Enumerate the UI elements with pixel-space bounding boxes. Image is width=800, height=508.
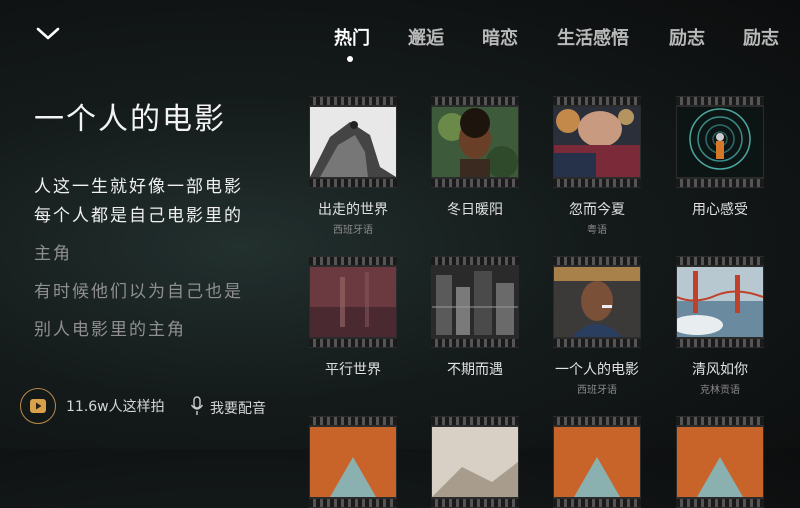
film-perforation [676, 339, 764, 347]
film-strip-frame [431, 416, 519, 508]
climber-thumbnail [310, 107, 396, 177]
template-card[interactable]: 冬日暖阳 [431, 96, 519, 218]
template-card[interactable]: 忽而今夏 粤语 [553, 96, 641, 236]
template-card[interactable]: 平行世界 [309, 256, 397, 378]
film-perforation [553, 179, 641, 187]
film-strip-frame [676, 96, 764, 188]
card-title: 用心感受 [692, 202, 748, 218]
template-card[interactable]: 出走的世界 西班牙语 [309, 96, 397, 236]
film-strip-frame [553, 256, 641, 348]
tab-inspirational-2[interactable]: 励志 [743, 24, 779, 50]
light-tunnel-thumbnail [677, 107, 763, 177]
template-card[interactable]: 一个人的电影西班牙语 [553, 256, 641, 396]
man-smoking-thumbnail [554, 267, 640, 337]
film-strip-frame [553, 96, 641, 188]
song-title: 一个人的电影 [34, 102, 226, 137]
film-strip-frame [553, 416, 641, 508]
film-strip-frame [431, 96, 519, 188]
film-perforation [553, 339, 641, 347]
card-language: 西班牙语 [577, 385, 617, 396]
eyes-bokeh-thumbnail [554, 107, 640, 177]
film-perforation [431, 499, 519, 507]
film-perforation [309, 499, 397, 507]
film-perforation [431, 179, 519, 187]
tab-life-insights[interactable]: 生活感悟 [557, 24, 629, 50]
film-perforation [553, 97, 641, 105]
template-card[interactable]: 用心感受 [676, 96, 764, 218]
film-perforation [676, 179, 764, 187]
film-strip-frame [676, 416, 764, 508]
film-strip-frame [309, 96, 397, 188]
golden-gate-thumbnail [677, 267, 763, 337]
film-perforation [676, 417, 764, 425]
film-perforation [309, 257, 397, 265]
category-tabs: 热门 邂逅 暗恋 生活感悟 励志 励志 [334, 24, 800, 64]
blurred-red-thumbnail [310, 267, 396, 337]
card-title: 冬日暖阳 [447, 202, 503, 218]
card-title: 不期而遇 [447, 362, 503, 378]
template-card[interactable]: 清风如你 克林贡语 [676, 256, 764, 396]
lyric-line: 别人电影里的主角 [34, 320, 186, 340]
film-perforation [676, 257, 764, 265]
template-card[interactable]: 不期而遇 [431, 256, 519, 378]
film-perforation [309, 97, 397, 105]
film-perforation [431, 417, 519, 425]
film-perforation [553, 417, 641, 425]
film-perforation [431, 97, 519, 105]
lyric-line: 人这一生就好像一部电影 [34, 177, 243, 197]
film-perforation [676, 499, 764, 507]
film-perforation [553, 499, 641, 507]
film-perforation [431, 257, 519, 265]
template-card[interactable] [676, 416, 764, 508]
dub-label: 我要配音 [210, 401, 266, 417]
card-title: 出走的世界 [318, 202, 388, 218]
active-tab-indicator [347, 56, 353, 62]
template-card[interactable] [309, 416, 397, 508]
lyric-line: 主角 [34, 244, 72, 264]
dub-button[interactable]: 我要配音 [190, 396, 266, 420]
play-video-icon [20, 388, 56, 424]
woman-leaves-thumbnail [432, 107, 518, 177]
card-language: 克林贡语 [700, 385, 740, 396]
film-perforation [309, 339, 397, 347]
lyric-line: 有时候他们以为自己也是 [34, 282, 243, 302]
orange-thumbnail [677, 427, 763, 497]
film-strip-frame [309, 416, 397, 508]
beige-thumbnail [432, 427, 518, 497]
takes-count-button[interactable]: 11.6w人这样拍 [20, 386, 165, 426]
card-title: 忽而今夏 [569, 202, 625, 218]
tab-crush[interactable]: 暗恋 [482, 24, 518, 50]
template-card[interactable] [431, 416, 519, 508]
tab-hot[interactable]: 热门 [334, 24, 370, 50]
film-perforation [676, 97, 764, 105]
bw-city-thumbnail [432, 267, 518, 337]
orange-thumbnail [554, 427, 640, 497]
orange-thumbnail [310, 427, 396, 497]
collapse-chevron-icon[interactable] [34, 22, 62, 44]
takes-count-label: 11.6w人这样拍 [66, 399, 165, 415]
microphone-icon [190, 396, 204, 420]
film-perforation [309, 417, 397, 425]
film-perforation [431, 339, 519, 347]
film-strip-frame [431, 256, 519, 348]
card-title: 平行世界 [325, 362, 381, 378]
template-card[interactable] [553, 416, 641, 508]
film-perforation [553, 257, 641, 265]
card-title: 清风如你 [692, 362, 748, 378]
film-strip-frame [676, 256, 764, 348]
film-perforation [309, 179, 397, 187]
card-language: 粤语 [587, 225, 607, 236]
lyric-line: 每个人都是自己电影里的 [34, 206, 243, 226]
card-title: 一个人的电影 [555, 362, 639, 378]
tab-inspirational[interactable]: 励志 [669, 24, 705, 50]
film-strip-frame [309, 256, 397, 348]
card-language: 西班牙语 [333, 225, 373, 236]
tab-encounter[interactable]: 邂逅 [408, 24, 444, 50]
